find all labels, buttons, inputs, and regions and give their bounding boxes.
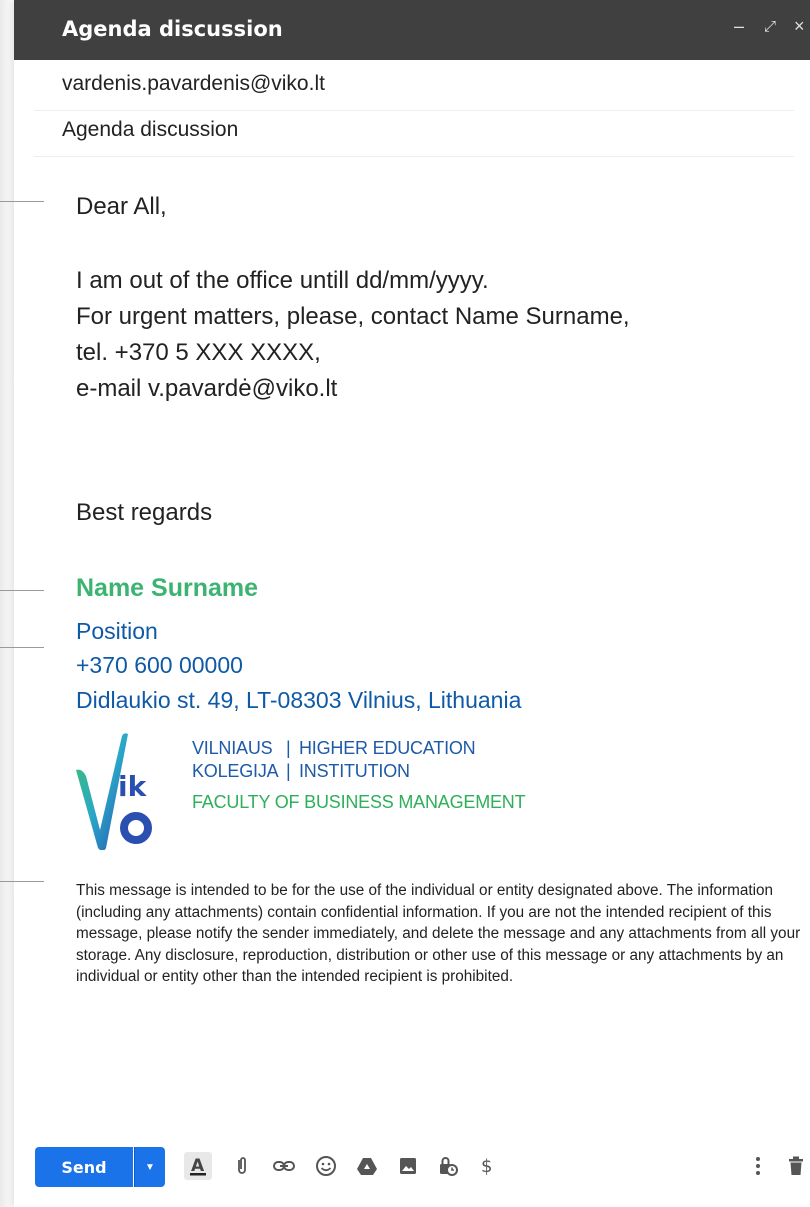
background-shadow	[0, 0, 14, 1207]
compose-toolbar: Send ▼ A $	[14, 1140, 810, 1190]
compose-title: Agenda discussion	[62, 17, 283, 41]
signature-phone: +370 600 00000	[76, 652, 243, 678]
send-options-button[interactable]: ▼	[134, 1147, 165, 1187]
close-icon[interactable]: ×	[794, 16, 805, 37]
send-button[interactable]: Send	[35, 1147, 133, 1187]
signature-address: Didlaukio st. 49, LT-08303 Vilnius, Lith…	[76, 687, 522, 713]
expand-icon[interactable]: ⤢	[764, 18, 776, 35]
signature-position: Position	[76, 618, 158, 644]
logo-vilniaus: VILNIAUS	[192, 738, 273, 758]
recipient-email: vardenis.pavardenis@viko.lt	[62, 72, 325, 95]
attach-file-icon[interactable]	[228, 1152, 256, 1180]
guide-line	[0, 590, 44, 591]
compose-title-bar[interactable]: Agenda discussion – ⤢ ×	[14, 0, 810, 60]
logo-ik-text: ik	[118, 770, 148, 803]
logo-faculty: FACULTY OF BUSINESS MANAGEMENT	[192, 792, 526, 812]
svg-text:$: $	[481, 1156, 492, 1177]
viko-logo-mark: ik	[76, 733, 152, 850]
formatting-options-icon[interactable]: A	[184, 1152, 212, 1180]
logo-separator: |	[286, 761, 291, 781]
viko-logo: ik VILNIAUS | HIGHER EDUCATION KOLEGIJA …	[72, 730, 572, 850]
more-options-icon[interactable]	[744, 1152, 772, 1180]
logo-separator: |	[286, 738, 291, 758]
body-line: I am out of the office untill dd/mm/yyyy…	[76, 267, 489, 294]
logo-institution: INSTITUTION	[299, 761, 410, 781]
discard-draft-icon[interactable]	[782, 1152, 810, 1180]
email-disclaimer: This message is intended to be for the u…	[76, 882, 801, 985]
insert-money-icon[interactable]: $	[473, 1152, 501, 1180]
body-line: For urgent matters, please, contact Name…	[76, 303, 630, 330]
guide-line	[0, 881, 44, 882]
guide-line	[0, 201, 44, 202]
logo-kolegija: KOLEGIJA	[192, 761, 279, 781]
subject-field[interactable]: Agenda discussion	[34, 106, 794, 157]
minimize-icon[interactable]: –	[734, 16, 744, 37]
chevron-down-icon: ▼	[145, 1161, 155, 1173]
insert-link-icon[interactable]	[270, 1152, 298, 1180]
insert-emoji-icon[interactable]	[312, 1152, 340, 1180]
recipients-field[interactable]: vardenis.pavardenis@viko.lt	[34, 60, 794, 111]
body-line: tel. +370 5 XXX XXXX,	[76, 339, 321, 366]
subject-text: Agenda discussion	[62, 118, 239, 141]
confidential-mode-icon[interactable]	[434, 1152, 462, 1180]
body-line: e-mail v.pavardė@viko.lt	[76, 375, 338, 402]
signature-name: Name Surname	[76, 574, 259, 602]
insert-photo-icon[interactable]	[394, 1152, 422, 1180]
body-greeting: Dear All,	[76, 193, 167, 220]
google-drive-icon[interactable]	[353, 1152, 381, 1180]
logo-higher-education: HIGHER EDUCATION	[299, 738, 476, 758]
guide-line	[0, 647, 44, 648]
body-closing: Best regards	[76, 499, 213, 526]
compose-window: Agenda discussion – ⤢ × vardenis.pavarde…	[14, 0, 810, 1207]
